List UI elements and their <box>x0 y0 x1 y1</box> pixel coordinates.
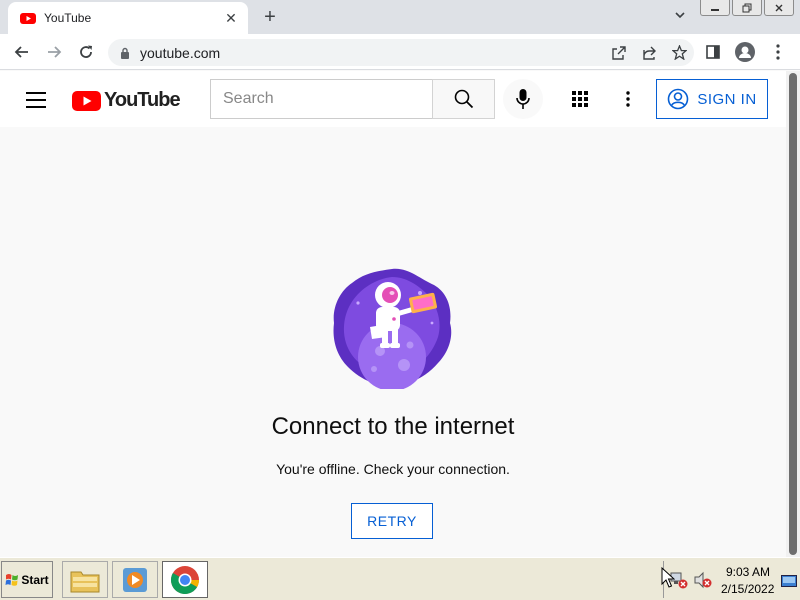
astronaut-offline-illustration <box>333 268 452 389</box>
youtube-favicon-icon <box>20 13 36 24</box>
file-explorer-icon <box>70 571 100 592</box>
tab-search-button[interactable] <box>670 6 690 28</box>
sign-in-label: SIGN IN <box>697 90 757 108</box>
search-box <box>210 79 495 119</box>
taskbar-chrome[interactable] <box>162 561 208 598</box>
offline-page: Connect to the internet You're offline. … <box>0 127 786 557</box>
open-in-app-button[interactable] <box>604 41 634 65</box>
address-bar[interactable]: youtube.com <box>108 39 694 66</box>
share-button[interactable] <box>634 41 664 65</box>
system-tray: 9:03 AM 2/15/2022 <box>663 561 800 598</box>
chrome-icon <box>171 565 199 594</box>
windows-taskbar: Start 9:03 AM 2/15/2022 <box>0 557 800 600</box>
side-panel-button[interactable] <box>701 40 725 64</box>
profile-avatar-icon <box>735 42 755 62</box>
offline-title: Connect to the internet <box>271 413 515 440</box>
windows-logo-icon <box>5 573 19 586</box>
clock-date[interactable]: 2/15/2022 <box>721 582 774 596</box>
share-icon <box>643 46 656 60</box>
youtube-logo[interactable]: YouTube <box>72 89 181 112</box>
youtube-play-logo-icon <box>72 90 101 111</box>
side-panel-icon <box>706 45 720 59</box>
browser-toolbar: youtube.com <box>0 34 800 70</box>
account-circle-icon <box>668 88 689 110</box>
url-text: youtube.com <box>140 44 221 61</box>
scrollbar-thumb[interactable] <box>789 73 797 555</box>
volume-muted-icon[interactable] <box>694 571 712 589</box>
retry-button[interactable]: RETRY <box>351 503 433 539</box>
restore-icon <box>742 3 752 12</box>
window-controls <box>700 0 794 16</box>
start-button[interactable]: Start <box>1 561 53 598</box>
browser-tabstrip: YouTube ✕ + <box>0 0 800 34</box>
new-tab-button[interactable]: + <box>258 6 282 30</box>
tab-youtube[interactable]: YouTube ✕ <box>8 2 248 34</box>
vertical-dots-icon <box>626 91 630 107</box>
bookmark-button[interactable] <box>664 41 694 65</box>
sign-in-button[interactable]: SIGN IN <box>656 79 768 119</box>
hamburger-line <box>26 92 46 94</box>
chevron-down-icon <box>675 12 685 19</box>
media-player-icon <box>123 567 147 592</box>
page-scrollbar[interactable] <box>786 71 800 557</box>
taskbar-media-player[interactable] <box>112 561 158 598</box>
hamburger-line <box>26 106 46 108</box>
youtube-apps-button[interactable] <box>568 87 592 111</box>
back-button[interactable] <box>10 40 34 64</box>
reload-button[interactable] <box>74 40 98 64</box>
reload-icon <box>80 45 92 58</box>
minimize-button[interactable] <box>700 0 730 16</box>
guide-menu-button[interactable] <box>24 89 48 109</box>
voice-search-button[interactable] <box>503 79 543 119</box>
microphone-icon <box>516 89 530 109</box>
restore-button[interactable] <box>732 0 762 16</box>
search-input[interactable] <box>210 79 432 119</box>
open-external-icon <box>612 45 626 60</box>
forward-button[interactable] <box>42 40 66 64</box>
hamburger-line <box>26 99 46 101</box>
close-window-button[interactable] <box>764 0 794 16</box>
youtube-header: YouTube SIGN IN <box>0 71 786 127</box>
offline-subtitle: You're offline. Check your connection. <box>276 461 510 477</box>
chrome-menu-button[interactable] <box>766 40 790 64</box>
taskbar-file-explorer[interactable] <box>62 561 108 598</box>
search-icon <box>454 89 473 109</box>
tab-title: YouTube <box>44 11 92 25</box>
back-arrow-icon <box>14 46 28 58</box>
apps-grid-icon <box>572 91 588 107</box>
forward-arrow-icon <box>48 46 62 58</box>
lock-icon <box>121 47 129 59</box>
settings-menu-button[interactable] <box>616 87 640 111</box>
show-desktop-icon[interactable] <box>781 575 797 587</box>
start-label: Start <box>21 572 49 587</box>
star-icon <box>671 45 687 60</box>
clock-time[interactable]: 9:03 AM <box>726 565 770 579</box>
mouse-cursor-icon <box>661 567 675 588</box>
close-tab-icon[interactable]: ✕ <box>222 10 240 27</box>
close-icon <box>775 4 783 11</box>
vertical-dots-icon <box>776 44 780 60</box>
youtube-wordmark: YouTube <box>104 89 181 111</box>
minimize-icon <box>711 8 719 11</box>
search-button[interactable] <box>432 79 495 119</box>
profile-button[interactable] <box>733 40 757 64</box>
